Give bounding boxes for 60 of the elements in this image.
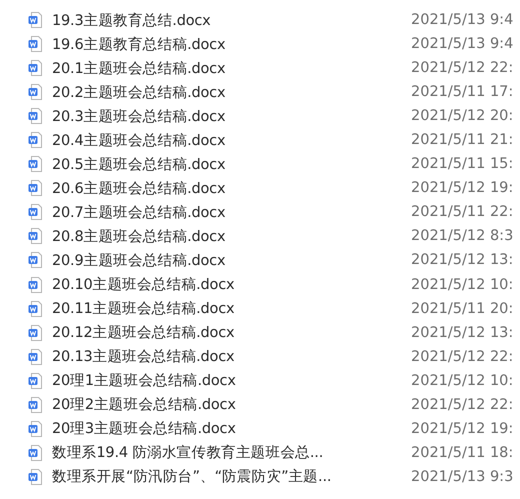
modified-date: 2021/5/11 21:	[411, 132, 514, 148]
document-icon	[28, 228, 42, 244]
document-icon	[28, 348, 42, 365]
modified-date: 2021/5/12 13:	[411, 252, 514, 268]
document-icon	[28, 180, 42, 196]
file-name[interactable]: 20.1主题班会总结稿.docx	[52, 58, 389, 78]
modified-date: 2021/5/13 9:3	[411, 468, 514, 485]
file-name[interactable]: 20.8主题班会总结稿.docx	[52, 226, 389, 246]
file-name[interactable]: 20.6主题班会总结稿.docx	[52, 178, 389, 198]
file-name[interactable]: 20.9主题班会总结稿.docx	[52, 250, 389, 270]
modified-date: 2021/5/12 19:	[411, 420, 514, 437]
document-icon	[28, 420, 42, 437]
modified-date: 2021/5/13 9:4	[411, 36, 514, 52]
modified-date: 2021/5/12 13:	[411, 324, 514, 341]
document-icon	[28, 132, 42, 148]
modified-date: 2021/5/12 22:	[411, 396, 514, 413]
file-name[interactable]: 20.5主题班会总结稿.docx	[52, 154, 389, 174]
modified-date: 2021/5/12 20:	[411, 108, 514, 124]
modified-date: 2021/5/12 22:	[411, 60, 514, 76]
modified-date: 2021/5/11 20:	[411, 300, 514, 317]
document-icon	[28, 12, 42, 28]
document-icon	[28, 204, 42, 220]
file-name[interactable]: 20理2主题班会总结稿.docx	[52, 395, 389, 414]
document-icon	[28, 60, 42, 76]
modified-date: 2021/5/13 9:4	[411, 12, 514, 28]
file-name[interactable]: 20.12主题班会总结稿.docx	[52, 323, 389, 342]
file-name[interactable]: 20.4主题班会总结稿.docx	[52, 130, 389, 150]
document-icon	[28, 84, 42, 100]
document-icon	[28, 372, 42, 389]
document-icon	[28, 156, 42, 172]
modified-date: 2021/5/12 10:	[411, 276, 514, 293]
document-icon	[28, 444, 42, 461]
file-name[interactable]: 20.10主题班会总结稿.docx	[52, 275, 389, 294]
modified-date: 2021/5/12 22:	[411, 348, 514, 365]
modified-date: 2021/5/11 15:	[411, 156, 514, 172]
document-icon	[28, 108, 42, 124]
document-icon	[28, 276, 42, 293]
modified-date: 2021/5/11 18:	[411, 444, 514, 461]
modified-date: 2021/5/12 19:	[411, 180, 514, 196]
document-icon	[28, 396, 42, 413]
document-icon	[28, 324, 42, 341]
file-name[interactable]: 数理系开展“防汛防台”、“防震防灾”主题...	[52, 467, 389, 486]
file-name[interactable]: 数理系19.4 防溺水宣传教育主题班会总...	[52, 443, 389, 462]
modified-date: 2021/5/11 22:	[411, 204, 514, 220]
file-name[interactable]: 20.3主题班会总结稿.docx	[52, 106, 389, 126]
file-name[interactable]: 20理1主题班会总结稿.docx	[52, 371, 389, 390]
modified-date: 2021/5/11 17:	[411, 84, 514, 100]
modified-date: 2021/5/12 10:	[411, 372, 514, 389]
file-name[interactable]: 20.7主题班会总结稿.docx	[52, 202, 389, 222]
file-name[interactable]: 19.3主题教育总结.docx	[52, 10, 389, 30]
document-icon	[28, 36, 42, 52]
file-name[interactable]: 20.13主题班会总结稿.docx	[52, 347, 389, 366]
document-icon	[28, 300, 42, 317]
file-name[interactable]: 20.2主题班会总结稿.docx	[52, 82, 389, 102]
document-icon	[28, 252, 42, 268]
file-name[interactable]: 19.6主题教育总结稿.docx	[52, 34, 389, 54]
file-name[interactable]: 20.11主题班会总结稿.docx	[52, 299, 389, 318]
document-icon	[28, 468, 42, 485]
modified-date: 2021/5/12 8:3	[411, 228, 514, 244]
file-name[interactable]: 20理3主题班会总结稿.docx	[52, 419, 389, 438]
